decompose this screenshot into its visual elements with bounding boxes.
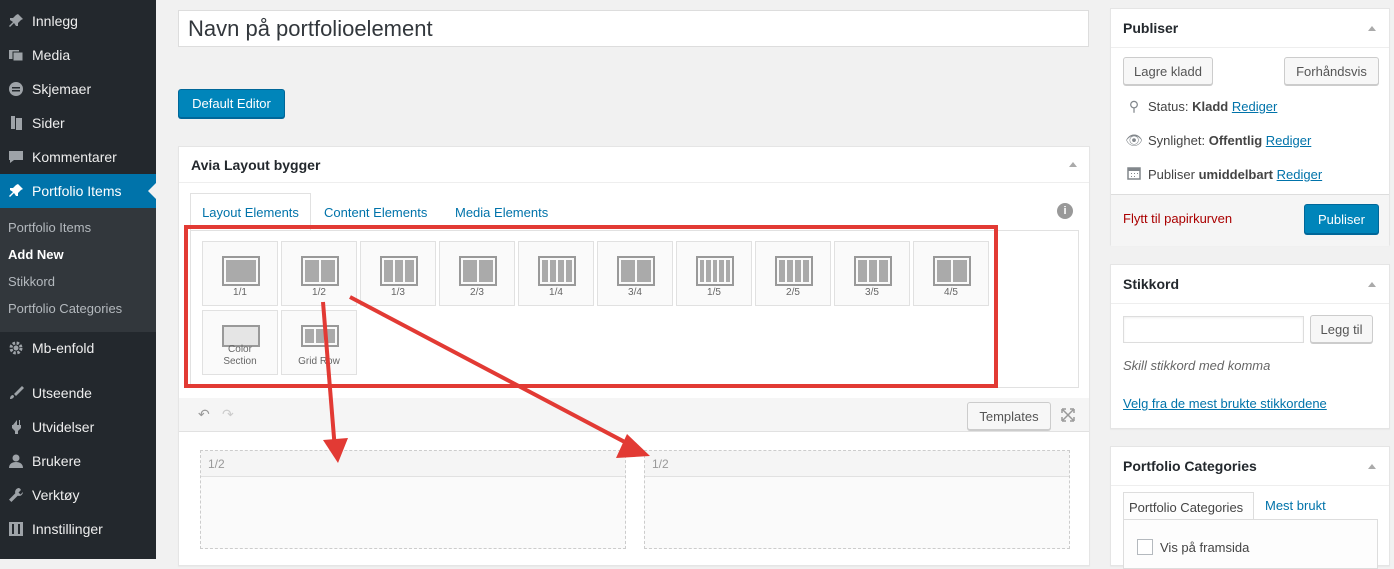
arrow-head-left: [323, 438, 348, 463]
arrow-line-left: [321, 301, 337, 451]
arrow-head-right: [616, 434, 650, 458]
arrow-line-right: [349, 295, 639, 451]
annotation-overlay: [184, 225, 998, 463]
highlight-box: [184, 225, 998, 388]
